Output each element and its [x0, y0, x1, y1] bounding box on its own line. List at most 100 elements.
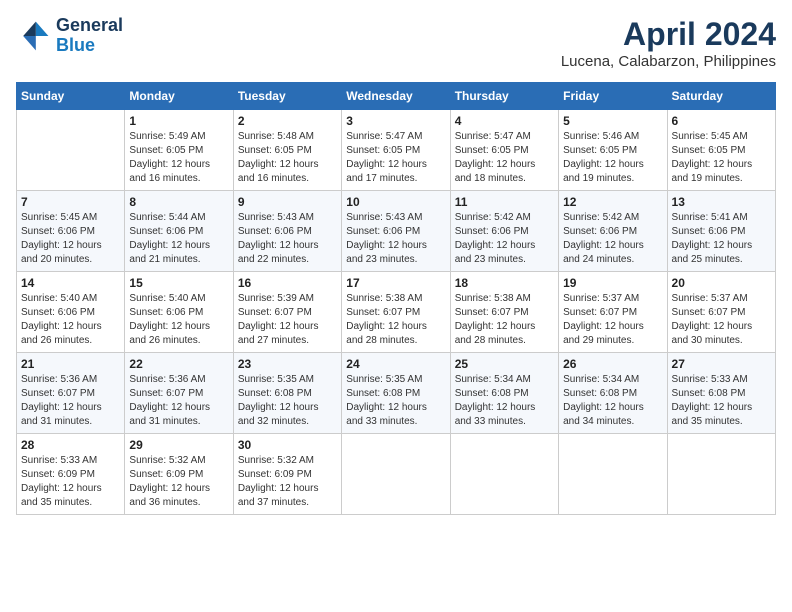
calendar-cell: 23 Sunrise: 5:35 AM Sunset: 6:08 PM Dayli… [233, 353, 341, 434]
day-info: Sunrise: 5:44 AM Sunset: 6:06 PM Dayligh… [129, 211, 228, 267]
day-info: Sunrise: 5:35 AM Sunset: 6:08 PM Dayligh… [238, 373, 337, 429]
day-info: Sunrise: 5:32 AM Sunset: 6:09 PM Dayligh… [238, 454, 337, 510]
day-number: 27 [672, 357, 771, 371]
day-info: Sunrise: 5:33 AM Sunset: 6:09 PM Dayligh… [21, 454, 120, 510]
title-block: April 2024 Lucena, Calabarzon, Philippin… [561, 16, 776, 70]
header-day-sunday: Sunday [17, 83, 125, 110]
day-number: 11 [455, 195, 554, 209]
header-day-wednesday: Wednesday [342, 83, 450, 110]
day-number: 1 [129, 114, 228, 128]
calendar-cell: 4 Sunrise: 5:47 AM Sunset: 6:05 PM Daylig… [450, 110, 558, 191]
calendar-week-row: 1 Sunrise: 5:49 AM Sunset: 6:05 PM Daylig… [17, 110, 776, 191]
day-info: Sunrise: 5:47 AM Sunset: 6:05 PM Dayligh… [346, 130, 445, 186]
day-info: Sunrise: 5:32 AM Sunset: 6:09 PM Dayligh… [129, 454, 228, 510]
day-number: 10 [346, 195, 445, 209]
day-info: Sunrise: 5:42 AM Sunset: 6:06 PM Dayligh… [455, 211, 554, 267]
header-day-thursday: Thursday [450, 83, 558, 110]
day-info: Sunrise: 5:37 AM Sunset: 6:07 PM Dayligh… [672, 292, 771, 348]
calendar-cell: 21 Sunrise: 5:36 AM Sunset: 6:07 PM Dayli… [17, 353, 125, 434]
day-number: 26 [563, 357, 662, 371]
day-number: 19 [563, 276, 662, 290]
calendar-cell [17, 110, 125, 191]
calendar-cell: 17 Sunrise: 5:38 AM Sunset: 6:07 PM Dayli… [342, 272, 450, 353]
calendar-cell [342, 434, 450, 515]
calendar-cell: 18 Sunrise: 5:38 AM Sunset: 6:07 PM Dayli… [450, 272, 558, 353]
calendar-cell: 20 Sunrise: 5:37 AM Sunset: 6:07 PM Dayli… [667, 272, 775, 353]
day-info: Sunrise: 5:40 AM Sunset: 6:06 PM Dayligh… [129, 292, 228, 348]
day-info: Sunrise: 5:36 AM Sunset: 6:07 PM Dayligh… [21, 373, 120, 429]
calendar-cell: 22Sunrise: 5:36 AM Sunset: 6:07 PM Dayli… [125, 353, 233, 434]
calendar-cell: 26Sunrise: 5:34 AM Sunset: 6:08 PM Dayli… [559, 353, 667, 434]
page-header: General Blue April 2024 Lucena, Calabarz… [16, 16, 776, 70]
calendar-cell: 27Sunrise: 5:33 AM Sunset: 6:08 PM Dayli… [667, 353, 775, 434]
logo: General Blue [16, 16, 123, 56]
calendar-cell: 30 Sunrise: 5:32 AM Sunset: 6:09 PM Dayli… [233, 434, 341, 515]
day-info: Sunrise: 5:45 AM Sunset: 6:05 PM Dayligh… [672, 130, 771, 186]
day-number: 23 [238, 357, 337, 371]
day-number: 5 [563, 114, 662, 128]
calendar-cell: 6 Sunrise: 5:45 AM Sunset: 6:05 PM Daylig… [667, 110, 775, 191]
header-day-monday: Monday [125, 83, 233, 110]
day-number: 14 [21, 276, 120, 290]
calendar-cell: 25 Sunrise: 5:34 AM Sunset: 6:08 PM Dayli… [450, 353, 558, 434]
day-info: Sunrise: 5:48 AM Sunset: 6:05 PM Dayligh… [238, 130, 337, 186]
day-info: Sunrise: 5:40 AM Sunset: 6:06 PM Dayligh… [21, 292, 120, 348]
calendar-cell: 10Sunrise: 5:43 AM Sunset: 6:06 PM Dayli… [342, 191, 450, 272]
day-info: Sunrise: 5:39 AM Sunset: 6:07 PM Dayligh… [238, 292, 337, 348]
header-day-tuesday: Tuesday [233, 83, 341, 110]
calendar-week-row: 7 Sunrise: 5:45 AM Sunset: 6:06 PM Daylig… [17, 191, 776, 272]
day-number: 17 [346, 276, 445, 290]
calendar-cell: 11 Sunrise: 5:42 AM Sunset: 6:06 PM Dayli… [450, 191, 558, 272]
calendar-cell: 14 Sunrise: 5:40 AM Sunset: 6:06 PM Dayli… [17, 272, 125, 353]
calendar-cell: 9 Sunrise: 5:43 AM Sunset: 6:06 PM Daylig… [233, 191, 341, 272]
day-number: 15 [129, 276, 228, 290]
calendar-cell: 24 Sunrise: 5:35 AM Sunset: 6:08 PM Dayli… [342, 353, 450, 434]
logo-text-general: General [56, 16, 123, 36]
day-info: Sunrise: 5:49 AM Sunset: 6:05 PM Dayligh… [129, 130, 228, 186]
calendar-week-row: 28 Sunrise: 5:33 AM Sunset: 6:09 PM Dayli… [17, 434, 776, 515]
day-number: 25 [455, 357, 554, 371]
calendar-cell: 19 Sunrise: 5:37 AM Sunset: 6:07 PM Dayli… [559, 272, 667, 353]
day-number: 21 [21, 357, 120, 371]
calendar-title: April 2024 [561, 16, 776, 53]
calendar-cell: 1 Sunrise: 5:49 AM Sunset: 6:05 PM Daylig… [125, 110, 233, 191]
day-number: 18 [455, 276, 554, 290]
calendar-week-row: 14 Sunrise: 5:40 AM Sunset: 6:06 PM Dayli… [17, 272, 776, 353]
day-number: 9 [238, 195, 337, 209]
calendar-cell: 7 Sunrise: 5:45 AM Sunset: 6:06 PM Daylig… [17, 191, 125, 272]
day-number: 16 [238, 276, 337, 290]
day-info: Sunrise: 5:37 AM Sunset: 6:07 PM Dayligh… [563, 292, 662, 348]
day-number: 30 [238, 438, 337, 452]
day-info: Sunrise: 5:35 AM Sunset: 6:08 PM Dayligh… [346, 373, 445, 429]
calendar-week-row: 21 Sunrise: 5:36 AM Sunset: 6:07 PM Dayli… [17, 353, 776, 434]
day-info: Sunrise: 5:46 AM Sunset: 6:05 PM Dayligh… [563, 130, 662, 186]
day-info: Sunrise: 5:42 AM Sunset: 6:06 PM Dayligh… [563, 211, 662, 267]
calendar-subtitle: Lucena, Calabarzon, Philippines [561, 53, 776, 70]
calendar-cell [667, 434, 775, 515]
day-number: 3 [346, 114, 445, 128]
day-info: Sunrise: 5:38 AM Sunset: 6:07 PM Dayligh… [455, 292, 554, 348]
calendar-cell [450, 434, 558, 515]
calendar-cell: 13Sunrise: 5:41 AM Sunset: 6:06 PM Dayli… [667, 191, 775, 272]
day-number: 6 [672, 114, 771, 128]
day-info: Sunrise: 5:45 AM Sunset: 6:06 PM Dayligh… [21, 211, 120, 267]
day-info: Sunrise: 5:47 AM Sunset: 6:05 PM Dayligh… [455, 130, 554, 186]
day-number: 7 [21, 195, 120, 209]
logo-icon [16, 18, 52, 54]
header-day-friday: Friday [559, 83, 667, 110]
day-info: Sunrise: 5:38 AM Sunset: 6:07 PM Dayligh… [346, 292, 445, 348]
day-number: 8 [129, 195, 228, 209]
day-number: 20 [672, 276, 771, 290]
day-info: Sunrise: 5:36 AM Sunset: 6:07 PM Dayligh… [129, 373, 228, 429]
day-number: 24 [346, 357, 445, 371]
calendar-cell [559, 434, 667, 515]
calendar-cell: 16 Sunrise: 5:39 AM Sunset: 6:07 PM Dayli… [233, 272, 341, 353]
day-number: 28 [21, 438, 120, 452]
day-info: Sunrise: 5:43 AM Sunset: 6:06 PM Dayligh… [238, 211, 337, 267]
calendar-cell: 2Sunrise: 5:48 AM Sunset: 6:05 PM Daylig… [233, 110, 341, 191]
day-number: 4 [455, 114, 554, 128]
day-info: Sunrise: 5:34 AM Sunset: 6:08 PM Dayligh… [455, 373, 554, 429]
calendar-table: SundayMondayTuesdayWednesdayThursdayFrid… [16, 82, 776, 515]
calendar-header-row: SundayMondayTuesdayWednesdayThursdayFrid… [17, 83, 776, 110]
day-number: 13 [672, 195, 771, 209]
